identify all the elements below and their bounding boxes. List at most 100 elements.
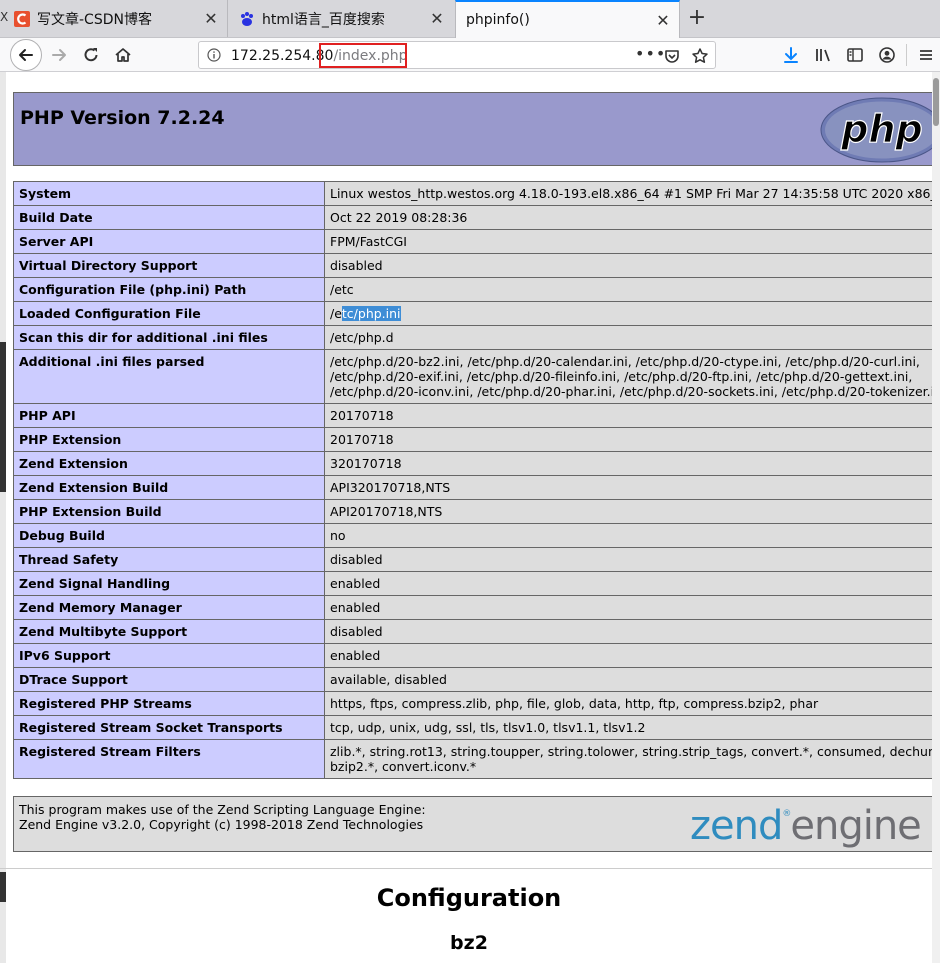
table-row: Server API FPM/FastCGI — [13, 229, 940, 254]
table-row: Zend Memory Manager enabled — [13, 595, 940, 620]
php-logo[interactable]: php — [820, 97, 940, 163]
table-row: Registered Stream Socket Transports tcp, … — [13, 715, 940, 740]
table-row: Thread Safety disabled — [13, 547, 940, 572]
value-line: bzip2.*, convert.iconv.* — [330, 759, 477, 774]
row-value: disabled — [324, 619, 940, 644]
row-label: Configuration File (php.ini) Path — [13, 277, 325, 302]
zend-notice-line: This program makes use of the Zend Scrip… — [19, 802, 426, 817]
reload-icon — [84, 48, 98, 62]
csdn-icon — [14, 10, 30, 27]
vertical-scrollbar[interactable] — [932, 72, 940, 963]
row-label: PHP Extension Build — [13, 499, 325, 524]
row-label: Zend Memory Manager — [13, 595, 325, 620]
arrow-left-icon — [19, 49, 33, 61]
row-value: FPM/FastCGI — [324, 229, 940, 254]
edge-mark — [0, 342, 6, 492]
table-row: PHP Extension Build API20170718,NTS — [13, 499, 940, 524]
library-icon[interactable] — [814, 46, 832, 64]
php-header: PHP Version 7.2.24 php — [13, 92, 940, 166]
table-row: IPv6 Support enabled — [13, 643, 940, 668]
row-value: enabled — [324, 571, 940, 596]
row-label: Additional .ini files parsed — [13, 349, 325, 404]
table-row: Debug Build no — [13, 523, 940, 548]
tab-title: phpinfo() — [466, 12, 530, 28]
php-version-title: PHP Version 7.2.24 — [20, 107, 225, 129]
url-path: /index.php — [333, 48, 408, 64]
value-line: zlib.*, string.rot13, string.toupper, st… — [330, 744, 940, 759]
background-window-edge — [0, 72, 6, 963]
page-actions-menu-icon[interactable]: ••• — [635, 44, 666, 63]
row-value: /etc — [324, 277, 940, 302]
row-label: Zend Extension Build — [13, 475, 325, 500]
row-label: DTrace Support — [13, 667, 325, 692]
row-value: /etc/php.d/20-bz2.ini, /etc/php.d/20-cal… — [324, 349, 940, 404]
pocket-icon[interactable] — [663, 47, 681, 65]
row-value: API20170718,NTS — [324, 499, 940, 524]
close-tab-icon[interactable]: ✕ — [655, 11, 671, 30]
table-row: Registered Stream Filters zlib.*, string.… — [13, 739, 940, 779]
table-row: Configuration File (php.ini) Path/etc — [13, 277, 940, 302]
table-row: System Linux westos_http.westos.org 4.18.… — [13, 181, 940, 206]
table-row: Zend Signal Handling enabled — [13, 571, 940, 596]
row-value: disabled — [324, 547, 940, 572]
table-row: Additional .ini files parsed/etc/php.d/2… — [13, 349, 940, 404]
row-label: PHP Extension — [13, 427, 325, 452]
download-icon[interactable] — [782, 46, 800, 64]
url-bar[interactable]: 172.25.254.80/index.php ••• — [198, 41, 716, 69]
plus-icon: + — [687, 5, 707, 30]
table-row: Build Date Oct 22 2019 08:28:36 — [13, 205, 940, 230]
tab-phpinfo[interactable]: phpinfo() ✕ — [455, 0, 680, 38]
section-heading: Configuration — [376, 884, 562, 912]
table-row: Virtual Directory Support disabled — [13, 253, 940, 278]
value-line: /etc/php.d/20-exif.ini, /etc/php.d/20-fi… — [330, 369, 913, 384]
php-info-table: System Linux westos_http.westos.org 4.18.… — [13, 181, 940, 779]
arrow-right-icon — [52, 49, 66, 61]
info-icon[interactable] — [207, 48, 221, 62]
row-label: Build Date — [13, 205, 325, 230]
row-value: zlib.*, string.rot13, string.toupper, st… — [324, 739, 940, 779]
back-button[interactable] — [10, 39, 42, 71]
row-label: Thread Safety — [13, 547, 325, 572]
row-label: Loaded Configuration File — [13, 301, 325, 326]
sidebar-toggle-icon[interactable] — [846, 46, 864, 64]
row-value: enabled — [324, 595, 940, 620]
row-label: Registered Stream Filters — [13, 739, 325, 779]
url-text[interactable]: 172.25.254.80/index.php — [231, 48, 408, 64]
zend-engine-box: This program makes use of the Zend Scrip… — [13, 796, 940, 852]
row-label: Zend Multibyte Support — [13, 619, 325, 644]
forward-button[interactable] — [44, 40, 74, 70]
zend-engine-logo[interactable]: zend®engine — [690, 803, 922, 849]
row-value: https, ftps, compress.zlib, php, file, g… — [324, 691, 940, 716]
bookmark-star-icon[interactable] — [691, 47, 709, 65]
registered-mark: ® — [782, 809, 791, 819]
scrollbar-thumb[interactable] — [933, 78, 939, 126]
value-line: /etc/php.d/20-iconv.ini, /etc/php.d/20-p… — [330, 384, 940, 399]
tab-baidu[interactable]: html语言_百度搜索 ✕ — [231, 0, 453, 37]
home-button[interactable] — [108, 40, 138, 70]
hamburger-menu-icon[interactable] — [917, 46, 935, 64]
close-tab-icon[interactable]: ✕ — [429, 9, 445, 28]
tab-csdn[interactable]: 写文章-CSDN博客 ✕ — [6, 0, 228, 37]
baidu-paw-icon — [241, 11, 253, 26]
row-value: disabled — [324, 253, 940, 278]
tab-title: 写文章-CSDN博客 — [37, 11, 152, 28]
page-content: PHP Version 7.2.24 php System Linux westo… — [0, 72, 940, 963]
row-value: /etc/php.d — [324, 325, 940, 350]
engine-logo-word: engine — [790, 803, 921, 849]
row-label: IPv6 Support — [13, 643, 325, 668]
row-label: Debug Build — [13, 523, 325, 548]
selected-text[interactable]: tc/php.ini — [341, 306, 401, 321]
reload-button[interactable] — [76, 40, 106, 70]
row-label: System — [13, 181, 325, 206]
table-row: Zend Multibyte Support disabled — [13, 619, 940, 644]
navigation-toolbar: 172.25.254.80/index.php ••• — [0, 38, 940, 72]
row-value: tcp, udp, unix, udg, ssl, tls, tlsv1.0, … — [324, 715, 940, 740]
account-icon[interactable] — [878, 46, 896, 64]
tab-strip: X 写文章-CSDN博客 ✕ html语言_百度搜索 ✕ phpinfo() ✕… — [0, 0, 940, 38]
close-tab-icon[interactable]: ✕ — [203, 9, 219, 28]
table-row: Scan this dir for additional .ini files /… — [13, 325, 940, 350]
home-icon — [115, 48, 131, 62]
row-label: Server API — [13, 229, 325, 254]
new-tab-button[interactable]: + — [684, 6, 710, 32]
zend-notice: This program makes use of the Zend Scrip… — [19, 802, 426, 832]
